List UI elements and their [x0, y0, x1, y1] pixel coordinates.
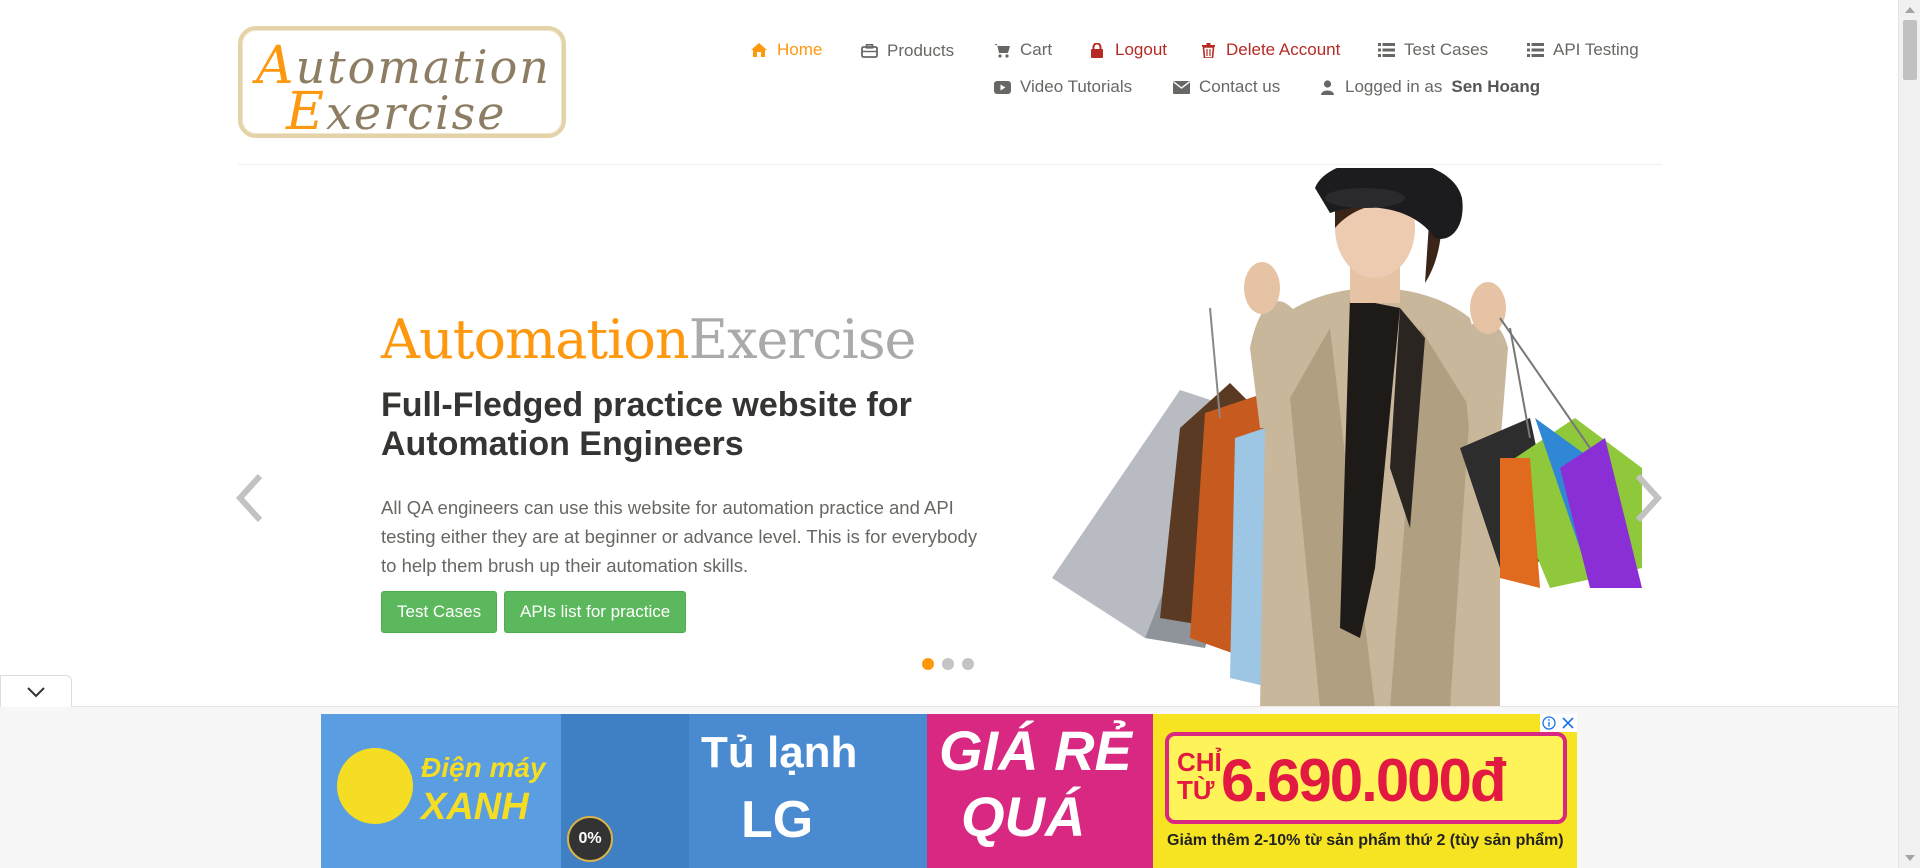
scroll-down-arrow-icon[interactable] [1904, 852, 1916, 864]
ad-deal-line1: GIÁ RẺ [939, 719, 1132, 782]
scrollbar-thumb[interactable] [1903, 20, 1917, 80]
carousel-indicators [922, 658, 974, 670]
nav-products-label: Products [887, 41, 955, 60]
advertisement-banner[interactable]: Điện máy XANH 0% Tủ lạnh LG GIÁ RẺ QUÁ C… [321, 714, 1577, 868]
nav-contact-us[interactable]: Contact us [1172, 77, 1280, 97]
nav-video-tutorials-label: Video Tutorials [1020, 77, 1133, 96]
ad-brand-line2: XANH [421, 786, 529, 828]
username: Sen Hoang [1451, 77, 1541, 96]
apis-list-button[interactable]: APIs list for practice [504, 591, 687, 633]
hero-carousel: AutomationExercise Full-Fledged practice… [0, 168, 1898, 708]
scroll-up-arrow-icon[interactable] [1904, 4, 1916, 16]
ad-info-icon[interactable] [1541, 715, 1557, 731]
hero-title-exercise: Exercise [688, 308, 917, 371]
site-header: Automation Exercise Home Products Cart L… [0, 0, 1898, 168]
test-cases-button[interactable]: Test Cases [381, 591, 498, 633]
nav-products[interactable]: Products [860, 41, 954, 61]
logo-text-2: xercise [325, 86, 507, 140]
hero-model-image [1052, 168, 1642, 708]
logo-letter-e: E [286, 82, 326, 142]
chevron-down-icon [27, 686, 45, 697]
carousel-prev-button[interactable] [230, 468, 270, 528]
nav-logout[interactable]: Logout [1088, 40, 1167, 60]
nav-cart[interactable]: Cart [993, 40, 1052, 60]
nav-delete-account[interactable]: Delete Account [1199, 40, 1340, 60]
nav-logged-in-user[interactable]: Logged in as Sen Hoang [1318, 77, 1540, 97]
hero-subtitle: Full-Fledged practice website for Automa… [381, 386, 912, 463]
list-icon [1526, 41, 1544, 59]
ad-collapse-button[interactable] [0, 675, 72, 707]
hero-description: All QA engineers can use this website fo… [381, 497, 978, 576]
trash-icon [1199, 41, 1217, 59]
site-logo[interactable]: Automation Exercise [238, 26, 566, 142]
ad-product-line2: LG [741, 791, 814, 849]
user-icon [1318, 78, 1336, 96]
nav-home[interactable]: Home [750, 40, 822, 60]
youtube-play-icon [993, 78, 1011, 96]
home-icon [750, 41, 768, 59]
hero-title: AutomationExercise [381, 308, 917, 371]
nav-logout-label: Logout [1115, 40, 1167, 59]
page-scrollbar[interactable] [1898, 0, 1920, 868]
carousel-indicator-2[interactable] [942, 658, 954, 670]
ad-installment-badge: 0% [567, 816, 613, 862]
ad-price-prefix: CHỈ TỪ [1177, 748, 1222, 804]
nav-test-cases-label: Test Cases [1404, 40, 1489, 59]
ad-controls [1540, 714, 1577, 732]
carousel-indicator-1[interactable] [922, 658, 934, 670]
chevron-right-icon [1635, 473, 1663, 523]
carousel-indicator-3[interactable] [962, 658, 974, 670]
cart-icon [993, 41, 1011, 59]
lock-icon [1088, 41, 1106, 59]
nav-contact-us-label: Contact us [1199, 77, 1281, 96]
nav-api-testing-label: API Testing [1553, 40, 1639, 59]
ad-note: Giảm thêm 2-10% từ sản phẩm thứ 2 (tùy s… [1167, 832, 1564, 849]
ad-deal-line2: QUÁ [961, 785, 1086, 848]
ad-brand-line1: Điện máy [421, 752, 546, 783]
envelope-icon [1172, 78, 1190, 96]
nav-api-testing[interactable]: API Testing [1526, 40, 1639, 60]
ad-product-line1: Tủ lạnh [701, 728, 858, 777]
ad-tu: TỪ [1177, 775, 1215, 805]
header-divider [238, 164, 1662, 165]
nav-cart-label: Cart [1020, 40, 1053, 59]
chevron-left-icon [235, 473, 263, 523]
nav-video-tutorials[interactable]: Video Tutorials [993, 77, 1132, 97]
nav-home-label: Home [777, 40, 823, 59]
carousel-next-button[interactable] [1628, 468, 1668, 528]
list-icon [1377, 41, 1395, 59]
ad-price: 6.690.000đ [1221, 747, 1507, 814]
briefcase-icon [860, 42, 878, 60]
ad-chi: CHỈ [1177, 747, 1222, 777]
logged-in-prefix: Logged in as [1345, 77, 1443, 96]
nav-delete-account-label: Delete Account [1226, 40, 1341, 59]
nav-test-cases[interactable]: Test Cases [1377, 40, 1488, 60]
ad-brand-logo [337, 748, 413, 824]
hero-title-automation: Automation [381, 308, 690, 371]
ad-close-icon[interactable] [1560, 715, 1576, 731]
